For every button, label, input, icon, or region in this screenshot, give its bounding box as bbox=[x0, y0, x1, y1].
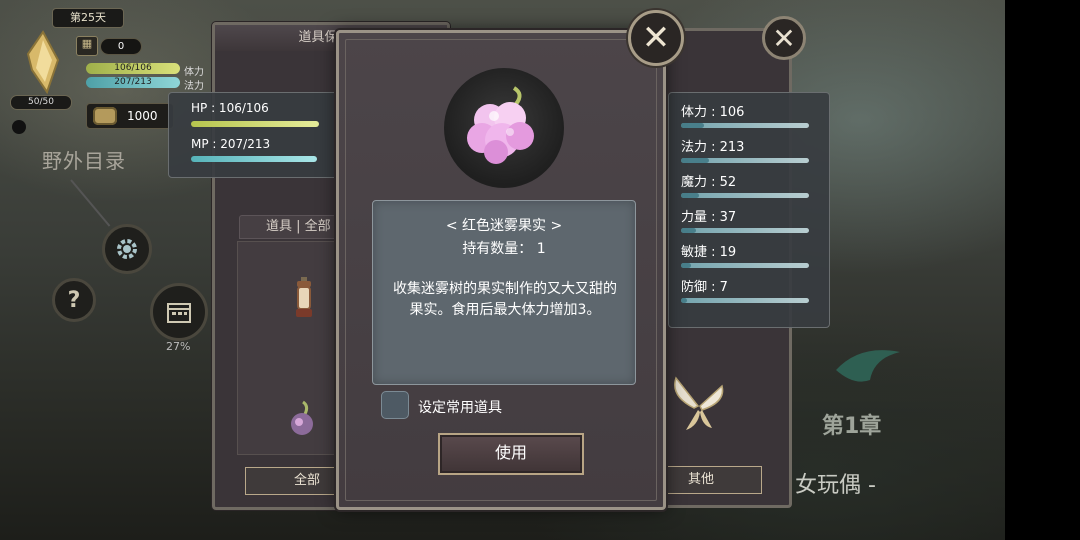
stat-mana: 法力 : 213 bbox=[681, 140, 745, 155]
close-icon: ✕ bbox=[641, 18, 671, 58]
magic-bar bbox=[681, 193, 809, 198]
detail-close-button[interactable]: ✕ bbox=[762, 16, 806, 60]
vitality-bar bbox=[681, 123, 809, 128]
bag-count: 0 bbox=[100, 38, 142, 55]
lantern-icon[interactable] bbox=[293, 277, 315, 321]
calendar-icon bbox=[167, 303, 191, 323]
inventory-filter[interactable]: 道具 | 全部 bbox=[239, 215, 349, 239]
fruit-icon[interactable] bbox=[287, 400, 317, 438]
chapter-subtitle: 女玩偶 - bbox=[795, 473, 876, 498]
bag-icon[interactable]: ▦ bbox=[76, 36, 98, 56]
set-common-label: 设定常用道具 bbox=[418, 400, 502, 416]
gold-icon bbox=[93, 107, 117, 125]
agility-bar bbox=[681, 263, 809, 268]
stat-magic: 魔力 : 52 bbox=[681, 175, 737, 190]
day-counter: 第25天 bbox=[52, 8, 124, 28]
mana-bar bbox=[681, 158, 809, 163]
crystal-icon bbox=[26, 30, 60, 94]
item-description: 收集迷雾树的果实制作的又大又甜的果实。食用后最大体力增加3。 bbox=[393, 281, 617, 318]
strength-bar bbox=[681, 228, 809, 233]
letterbox-bar bbox=[1005, 0, 1080, 540]
progress-percent: 27% bbox=[166, 340, 191, 353]
gold-display: 1000 bbox=[86, 103, 174, 129]
hp-mini-bar: 106/106 bbox=[86, 63, 180, 74]
hp-mini-label: 体力 bbox=[184, 67, 204, 78]
chapter-label: 第1章 bbox=[822, 414, 882, 439]
use-button[interactable]: 使用 bbox=[438, 433, 584, 475]
close-icon: ✕ bbox=[772, 21, 796, 55]
level-indicator: 50/50 bbox=[10, 95, 72, 110]
question-icon: ? bbox=[67, 287, 81, 313]
mp-mini-bar: 207/213 bbox=[86, 77, 180, 88]
area-title: 野外目录 bbox=[42, 149, 126, 173]
stat-strength: 力量 : 37 bbox=[681, 210, 737, 225]
calendar-button[interactable] bbox=[150, 283, 208, 341]
hp-bar bbox=[191, 121, 319, 127]
gear-icon bbox=[117, 239, 137, 259]
settings-button[interactable] bbox=[102, 224, 152, 274]
hp-mp-panel: HP : 106/106 MP : 207/213 bbox=[168, 92, 344, 178]
defense-bar bbox=[681, 298, 809, 303]
attribute-panel: 体力 : 106 法力 : 213 魔力 : 52 力量 : 37 敏捷 : 1… bbox=[668, 92, 830, 328]
item-portrait bbox=[444, 68, 564, 188]
game-scene: 第25天 50/50 ▦ 0 106/106 207/213 体力 法力 100… bbox=[0, 0, 1005, 540]
wisp-decoration-icon bbox=[836, 350, 900, 382]
mp-mini-label: 法力 bbox=[184, 81, 204, 92]
stat-agility: 敏捷 : 19 bbox=[681, 245, 737, 260]
set-common-checkbox[interactable] bbox=[381, 391, 409, 419]
menu-dot[interactable] bbox=[12, 120, 26, 134]
gold-amount: 1000 bbox=[127, 109, 158, 123]
mp-text: MP : 207/213 bbox=[191, 137, 271, 151]
butterfly-item-icon[interactable] bbox=[668, 372, 728, 434]
dialog-close-button[interactable]: ✕ bbox=[628, 10, 684, 66]
stat-vitality: 体力 : 106 bbox=[681, 105, 745, 120]
mist-fruit-icon bbox=[467, 86, 534, 164]
path-line bbox=[70, 179, 111, 227]
item-name: < 红色迷雾果实 > bbox=[445, 218, 563, 234]
item-quantity: 持有数量： 1 bbox=[462, 241, 546, 257]
help-button[interactable]: ? bbox=[52, 278, 96, 322]
mp-bar bbox=[191, 156, 317, 162]
stat-defense: 防御 : 7 bbox=[681, 280, 728, 295]
item-description-box: < 红色迷雾果实 > 持有数量： 1 收集迷雾树的果实制作的又大又甜的果实。食用… bbox=[372, 200, 636, 385]
hp-text: HP : 106/106 bbox=[191, 101, 269, 115]
